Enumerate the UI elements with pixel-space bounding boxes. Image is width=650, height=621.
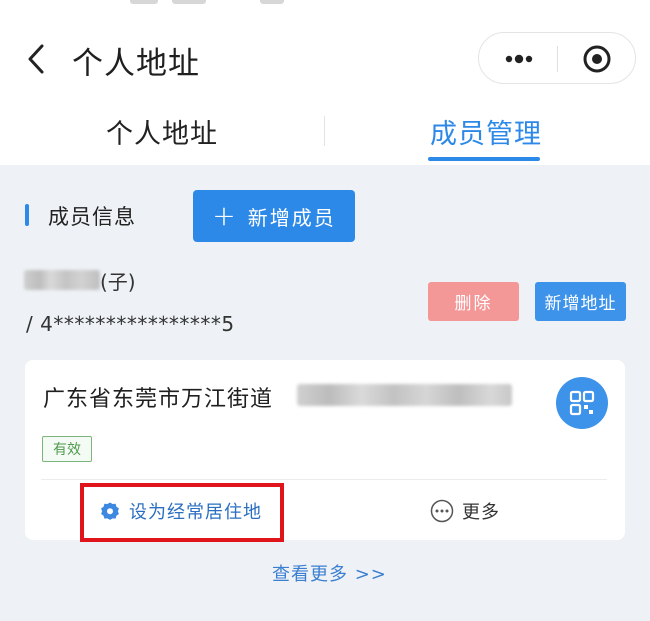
page-title: 个人地址 [72,46,200,82]
qr-code-button[interactable] [556,377,608,429]
member-relation: (子) [100,270,136,294]
tab-personal-address[interactable]: 个人地址 [106,112,218,151]
section-accent-bar [25,204,29,226]
member-name-redacted [24,270,100,290]
delete-member-button[interactable]: 删除 [428,282,519,321]
mini-program-capsule [478,32,636,84]
more-circle-icon [430,499,454,523]
add-address-button[interactable]: 新增地址 [535,282,626,321]
qr-code-icon [569,390,595,416]
card-divider [41,479,607,480]
address-text: 广东省东莞市万江街道 [43,387,274,412]
highlight-annotation-box [80,483,284,542]
more-options-button[interactable]: 更多 [430,498,500,524]
close-target-icon[interactable] [582,44,612,74]
view-more-link[interactable]: 查看更多 >> [272,560,387,586]
more-label: 更多 [462,502,500,523]
member-id-number: / 4****************5 [26,312,235,336]
add-member-button[interactable]: + 新增成员 [193,190,355,242]
tab-separator [324,116,325,146]
add-member-label: 新增成员 [247,205,336,230]
address-detail-redacted [297,384,512,406]
status-badge: 有效 [42,436,92,462]
tab-member-management[interactable]: 成员管理 [430,112,542,151]
plus-icon: + [212,199,238,232]
status-bar-fragment [120,0,520,6]
more-dots-icon[interactable] [503,51,535,67]
back-arrow-icon[interactable] [22,42,52,76]
active-tab-indicator [428,157,540,161]
top-navigation: 个人地址 个人地址 成员管理 [0,0,650,165]
section-title: 成员信息 [48,205,136,229]
